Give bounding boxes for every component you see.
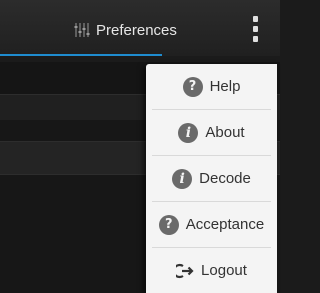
menu-item-label: Logout: [201, 262, 247, 279]
menu-item-about[interactable]: i About: [146, 110, 277, 155]
page-title: Preferences: [96, 21, 177, 39]
overflow-menu-icon[interactable]: [244, 16, 266, 42]
menu-item-acceptance[interactable]: ? Acceptance: [146, 202, 277, 247]
action-bar: Preferences: [0, 0, 280, 56]
preferences-sliders-icon: [74, 23, 90, 37]
overflow-menu: ? Help i About i Decode ? Acceptance Log…: [146, 64, 277, 293]
menu-item-logout[interactable]: Logout: [146, 248, 277, 293]
menu-item-label: Decode: [199, 170, 251, 187]
menu-item-label: Help: [209, 78, 241, 95]
info-icon: i: [172, 168, 193, 189]
menu-item-decode[interactable]: i Decode: [146, 156, 277, 201]
menu-item-label: About: [205, 124, 245, 141]
menu-item-label: Acceptance: [185, 216, 265, 233]
help-icon: ?: [182, 76, 203, 97]
actionbar-accent-underline: [0, 54, 162, 56]
info-icon: i: [178, 122, 199, 143]
help-icon: ?: [158, 214, 179, 235]
preferences-title-button[interactable]: Preferences: [74, 19, 177, 41]
logout-icon: [176, 263, 194, 278]
menu-item-help[interactable]: ? Help: [146, 64, 277, 109]
